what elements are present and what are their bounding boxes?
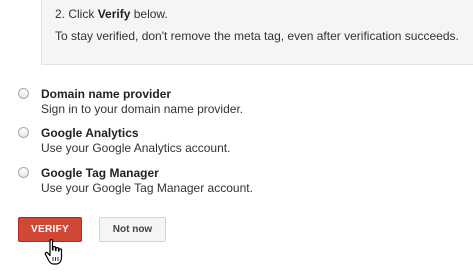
- option-description: Use your Google Analytics account.: [41, 141, 231, 155]
- radio-domain-name-provider[interactable]: [18, 88, 29, 99]
- radio-google-tag-manager[interactable]: [18, 167, 29, 178]
- option-google-tag-manager[interactable]: Google Tag Manager Use your Google Tag M…: [18, 166, 458, 200]
- option-title: Domain name provider: [41, 87, 172, 101]
- step-verify-word: Verify: [97, 7, 131, 21]
- meta-tag-note: To stay verified, don't remove the meta …: [55, 29, 459, 43]
- option-title: Google Analytics: [41, 126, 139, 140]
- hand-pointer-icon: [44, 239, 63, 265]
- not-now-button[interactable]: Not now: [99, 217, 166, 242]
- step-instruction: 2. Click Verify below.: [55, 7, 168, 21]
- option-title: Google Tag Manager: [41, 166, 159, 180]
- option-description: Sign in to your domain name provider.: [41, 102, 244, 116]
- step-suffix: below.: [130, 7, 168, 21]
- instructions-panel: 2. Click Verify below. To stay verified,…: [41, 0, 473, 65]
- option-domain-name-provider[interactable]: Domain name provider Sign in to your dom…: [18, 87, 458, 121]
- option-description: Use your Google Tag Manager account.: [41, 181, 253, 195]
- option-google-analytics[interactable]: Google Analytics Use your Google Analyti…: [18, 126, 458, 160]
- radio-google-analytics[interactable]: [18, 127, 29, 138]
- step-prefix: 2. Click: [55, 7, 98, 21]
